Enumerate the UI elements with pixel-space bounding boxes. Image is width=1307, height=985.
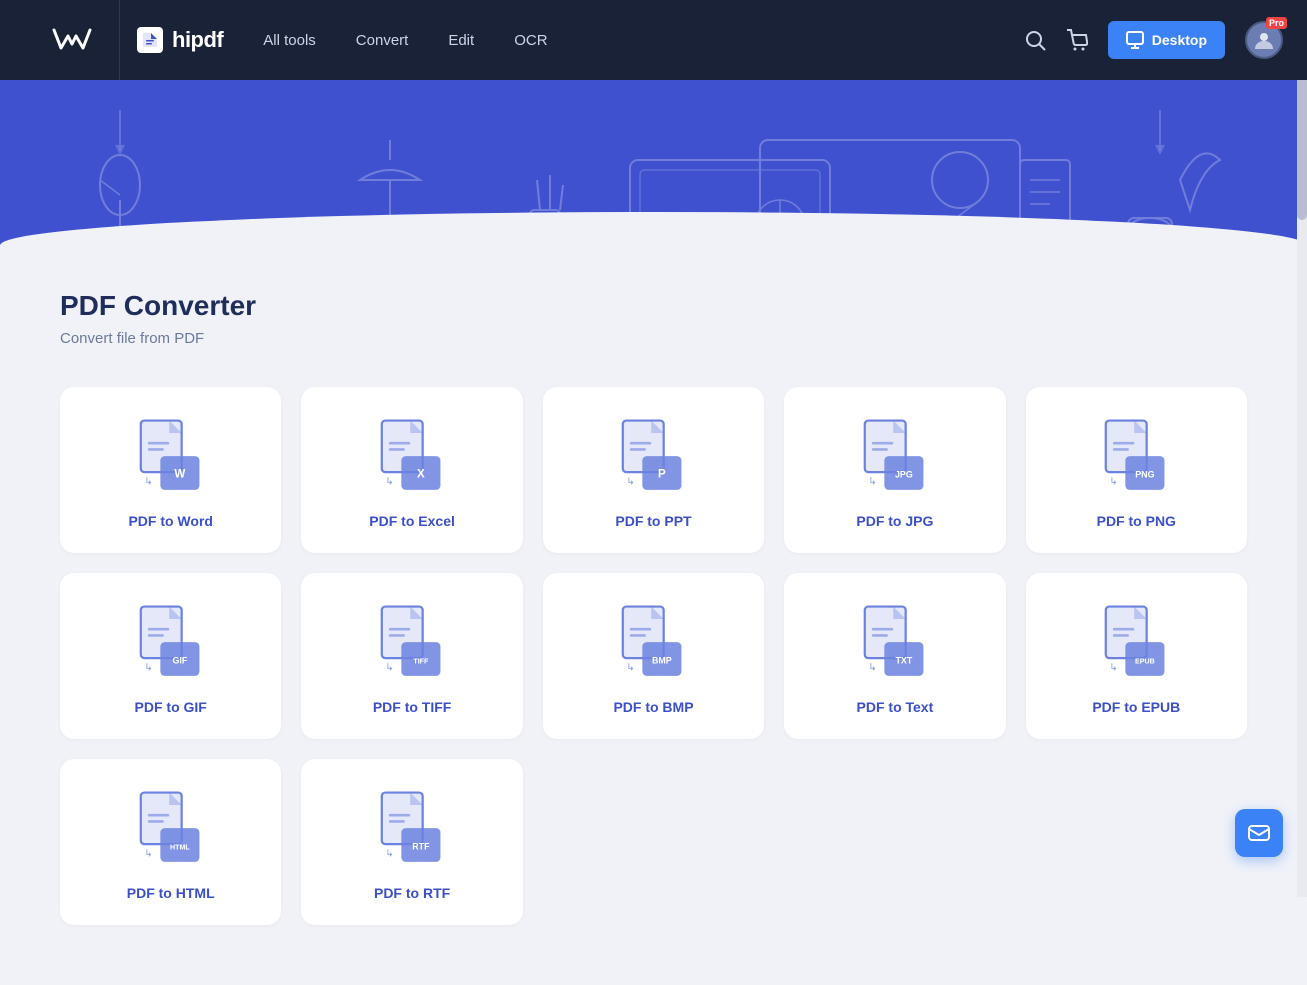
pdf-to-bmp-icon: ↳ BMP (613, 603, 693, 683)
svg-text:P: P (659, 468, 667, 480)
hero-banner (0, 80, 1307, 270)
user-avatar[interactable]: Pro (1245, 21, 1283, 59)
pdf-to-excel-label: PDF to Excel (369, 513, 455, 529)
hipdf-logo[interactable]: hipdf (136, 26, 223, 54)
scrollbar[interactable] (1297, 0, 1307, 897)
pdf-to-rtf-label: PDF to RTF (374, 885, 450, 901)
converter-grid: ↳ W PDF to Word ↳ X PDF to Excel (60, 387, 1247, 925)
svg-text:↳: ↳ (1110, 663, 1118, 674)
svg-text:TXT: TXT (895, 655, 912, 665)
pdf-to-bmp-label: PDF to BMP (613, 699, 693, 715)
svg-text:RTF: RTF (412, 841, 430, 851)
svg-text:EPUB: EPUB (1135, 657, 1155, 665)
svg-text:TIFF: TIFF (413, 657, 429, 665)
svg-text:PNG: PNG (1136, 469, 1155, 479)
hipdf-text: hipdf (172, 27, 223, 53)
converter-item-pdf-to-png[interactable]: ↳ PNG PDF to PNG (1026, 387, 1247, 553)
svg-text:W: W (174, 468, 185, 480)
converter-item-pdf-to-epub[interactable]: ↳ EPUB PDF to EPUB (1026, 573, 1247, 739)
pdf-to-tiff-icon: ↳ TIFF (372, 603, 452, 683)
svg-text:↳: ↳ (144, 477, 152, 488)
svg-text:↳: ↳ (627, 663, 635, 674)
contact-fab[interactable] (1235, 809, 1283, 857)
nav-all-tools[interactable]: All tools (263, 32, 316, 49)
svg-text:JPG: JPG (895, 469, 913, 479)
svg-text:↳: ↳ (385, 663, 393, 674)
svg-text:X: X (417, 468, 425, 480)
svg-text:↳: ↳ (144, 663, 152, 674)
converter-item-pdf-to-excel[interactable]: ↳ X PDF to Excel (301, 387, 522, 553)
wondershare-logo[interactable] (24, 0, 120, 80)
main-content: PDF Converter Convert file from PDF ↳ W … (0, 270, 1307, 985)
pdf-to-text-label: PDF to Text (857, 699, 934, 715)
svg-text:↳: ↳ (868, 663, 876, 674)
nav-convert[interactable]: Convert (356, 32, 409, 49)
svg-text:BMP: BMP (653, 655, 673, 665)
pdf-to-excel-icon: ↳ X (372, 417, 452, 497)
converter-item-pdf-to-bmp[interactable]: ↳ BMP PDF to BMP (543, 573, 764, 739)
nav-ocr[interactable]: OCR (514, 32, 547, 49)
converter-item-pdf-to-tiff[interactable]: ↳ TIFF PDF to TIFF (301, 573, 522, 739)
converter-item-pdf-to-ppt[interactable]: ↳ P PDF to PPT (543, 387, 764, 553)
pdf-to-jpg-label: PDF to JPG (856, 513, 933, 529)
converter-item-pdf-to-jpg[interactable]: ↳ JPG PDF to JPG (784, 387, 1005, 553)
pdf-to-png-icon: ↳ PNG (1096, 417, 1176, 497)
pdf-to-tiff-label: PDF to TIFF (373, 699, 452, 715)
pdf-to-rtf-icon: ↳ RTF (372, 789, 452, 869)
pdf-to-ppt-icon: ↳ P (613, 417, 693, 497)
page-subtitle: Convert file from PDF (60, 330, 1247, 347)
cart-button[interactable] (1066, 29, 1088, 51)
search-button[interactable] (1024, 29, 1046, 51)
pro-badge: Pro (1266, 17, 1287, 29)
desktop-button[interactable]: Desktop (1108, 21, 1225, 59)
pdf-to-gif-label: PDF to GIF (135, 699, 207, 715)
pdf-to-html-icon: ↳ HTML (131, 789, 211, 869)
converter-item-pdf-to-rtf[interactable]: ↳ RTF PDF to RTF (301, 759, 522, 925)
svg-text:↳: ↳ (868, 477, 876, 488)
svg-text:↳: ↳ (385, 477, 393, 488)
nav-actions: Desktop Pro (1024, 21, 1283, 59)
svg-text:↳: ↳ (1110, 477, 1118, 488)
converter-item-pdf-to-text[interactable]: ↳ TXT PDF to Text (784, 573, 1005, 739)
navbar: hipdf All tools Convert Edit OCR (0, 0, 1307, 80)
svg-text:↳: ↳ (385, 849, 393, 860)
pdf-to-word-label: PDF to Word (128, 513, 213, 529)
nav-links: All tools Convert Edit OCR (263, 32, 1024, 49)
pdf-to-gif-icon: ↳ GIF (131, 603, 211, 683)
pdf-to-html-label: PDF to HTML (127, 885, 215, 901)
svg-text:↳: ↳ (144, 849, 152, 860)
converter-item-pdf-to-word[interactable]: ↳ W PDF to Word (60, 387, 281, 553)
pdf-to-epub-label: PDF to EPUB (1092, 699, 1180, 715)
pdf-to-epub-icon: ↳ EPUB (1096, 603, 1176, 683)
pdf-to-word-icon: ↳ W (131, 417, 211, 497)
pdf-to-ppt-label: PDF to PPT (615, 513, 691, 529)
page-title: PDF Converter (60, 290, 1247, 322)
pdf-to-jpg-icon: ↳ JPG (855, 417, 935, 497)
pdf-to-text-icon: ↳ TXT (855, 603, 935, 683)
pdf-to-png-label: PDF to PNG (1097, 513, 1176, 529)
nav-edit[interactable]: Edit (448, 32, 474, 49)
converter-item-pdf-to-gif[interactable]: ↳ GIF PDF to GIF (60, 573, 281, 739)
svg-text:GIF: GIF (172, 655, 187, 665)
svg-text:HTML: HTML (170, 843, 190, 851)
svg-text:↳: ↳ (627, 477, 635, 488)
converter-item-pdf-to-html[interactable]: ↳ HTML PDF to HTML (60, 759, 281, 925)
